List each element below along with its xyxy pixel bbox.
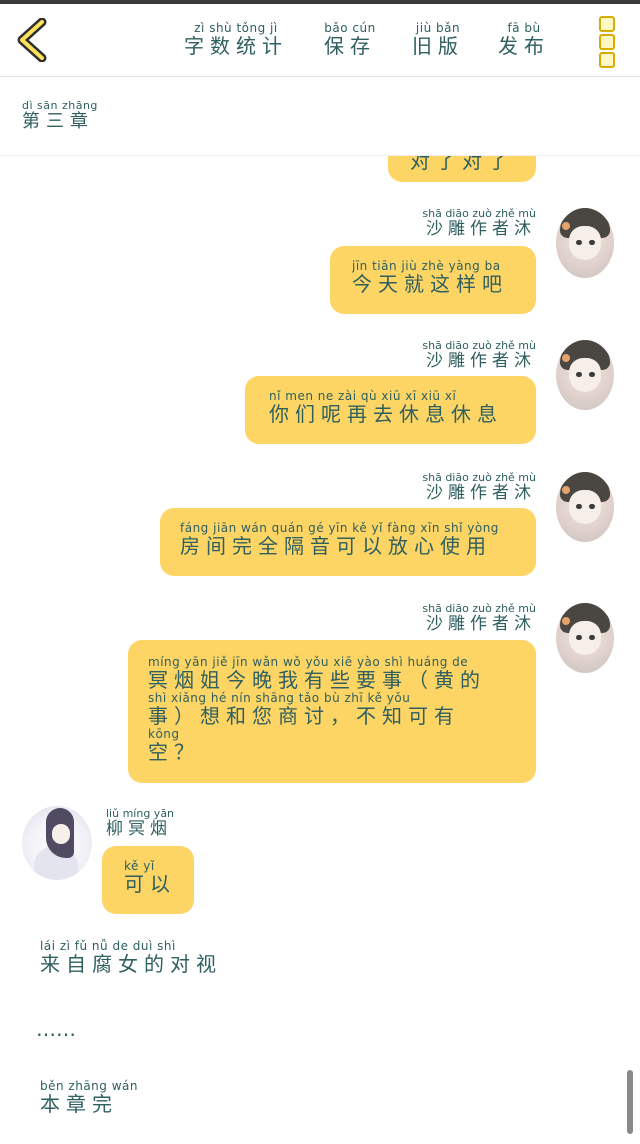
- author-avatar[interactable]: [556, 472, 614, 542]
- old-version-button[interactable]: jiù bǎn 旧版: [412, 22, 464, 58]
- author-avatar[interactable]: [556, 208, 614, 278]
- old-version-label: 旧版: [412, 34, 464, 58]
- message-text: 空？: [148, 740, 200, 764]
- sender-name: shā diāo zuò zhě mù 沙雕作者沐: [380, 208, 536, 239]
- message-text: 可以: [124, 872, 176, 896]
- chapter-end-text: 本章完: [40, 1092, 118, 1116]
- publish-label: 发布: [498, 34, 550, 58]
- word-count-button[interactable]: zì shù tǒng jì 字数统计: [184, 22, 288, 58]
- ellipsis-text: ……: [36, 1017, 76, 1041]
- sender-name: shā diāo zuò zhě mù 沙雕作者沐: [380, 340, 536, 371]
- message-text: 对了对了: [410, 156, 514, 173]
- message-bubble[interactable]: 对了对了: [388, 156, 536, 182]
- message-text: 你们呢再去休息休息: [269, 402, 503, 426]
- chevron-left-icon: [17, 17, 47, 63]
- message-bubble[interactable]: míng yān jiě jīn wǎn wǒ yǒu xiē yào shì …: [128, 640, 536, 783]
- more-menu-button[interactable]: [594, 16, 618, 68]
- narration-line: lái zì fǔ nǚ de duì shì 来自腐女的对视: [40, 940, 222, 976]
- message-text: 房间完全隔音可以放心使用: [180, 534, 492, 558]
- menu-dot-icon: [599, 16, 615, 32]
- sender-name: shā diāo zuò zhě mù 沙雕作者沐: [380, 472, 536, 503]
- chat-scroll-area[interactable]: 对了对了 shā diāo zuò zhě mù 沙雕作者沐 jīn tiān …: [0, 156, 640, 1144]
- ellipsis-line: ……: [36, 1018, 76, 1040]
- save-button[interactable]: bǎo cún 保存: [324, 22, 376, 58]
- author-avatar[interactable]: [556, 340, 614, 410]
- scrollbar-thumb[interactable]: [627, 1070, 633, 1134]
- narration-text: 来自腐女的对视: [40, 952, 222, 976]
- message-text: 冥烟姐今晚我有些要事（黄的: [148, 668, 486, 692]
- message-line: kōng 空？: [148, 728, 200, 764]
- message-bubble[interactable]: kě yǐ 可以: [102, 846, 194, 914]
- message-bubble[interactable]: jīn tiān jiù zhè yàng ba 今天就这样吧: [330, 246, 536, 314]
- message-bubble[interactable]: nǐ men ne zài qù xiū xī xiū xī 你们呢再去休息休息: [245, 376, 536, 444]
- sender-name: liǔ míng yān 柳冥烟: [106, 808, 174, 839]
- message-line: nǐ men ne zài qù xiū xī xiū xī 你们呢再去休息休息: [269, 390, 503, 426]
- chapter-end-line: běn zhāng wán 本章完: [40, 1080, 138, 1116]
- message-text: 事）想和您商讨，不知可有: [148, 704, 460, 728]
- liu-mingyan-avatar[interactable]: [22, 806, 92, 880]
- message-line: míng yān jiě jīn wǎn wǒ yǒu xiē yào shì …: [148, 656, 486, 692]
- sender-name-text: 沙雕作者沐: [426, 614, 536, 634]
- message-line: fáng jiān wán quán gé yīn kě yǐ fàng xīn…: [180, 522, 499, 558]
- message-line: shì xiǎng hé nín shāng tǎo bù zhī kě yǒu…: [148, 692, 460, 728]
- author-avatar[interactable]: [556, 603, 614, 673]
- chapter-title: 第三章: [22, 111, 94, 132]
- save-label: 保存: [324, 34, 376, 58]
- top-toolbar: zì shù tǒng jì 字数统计 bǎo cún 保存 jiù bǎn 旧…: [0, 4, 640, 77]
- sender-name: shā diāo zuò zhě mù 沙雕作者沐: [380, 603, 536, 634]
- sender-name-text: 柳冥烟: [106, 819, 172, 839]
- message-line: jīn tiān jiù zhè yàng ba 今天就这样吧: [352, 260, 508, 296]
- back-button[interactable]: [14, 17, 54, 63]
- sender-name-text: 沙雕作者沐: [426, 351, 536, 371]
- chapter-header: dì sān zhāng 第三章: [22, 100, 98, 132]
- menu-dot-icon: [599, 52, 615, 68]
- publish-button[interactable]: fā bù 发布: [498, 22, 550, 58]
- sender-name-text: 沙雕作者沐: [426, 483, 536, 503]
- message-text: 今天就这样吧: [352, 272, 508, 296]
- word-count-label: 字数统计: [184, 34, 288, 58]
- menu-dot-icon: [599, 34, 615, 50]
- sender-name-text: 沙雕作者沐: [426, 219, 536, 239]
- message-bubble[interactable]: fáng jiān wán quán gé yīn kě yǐ fàng xīn…: [160, 508, 536, 576]
- message-line: kě yǐ 可以: [124, 860, 176, 896]
